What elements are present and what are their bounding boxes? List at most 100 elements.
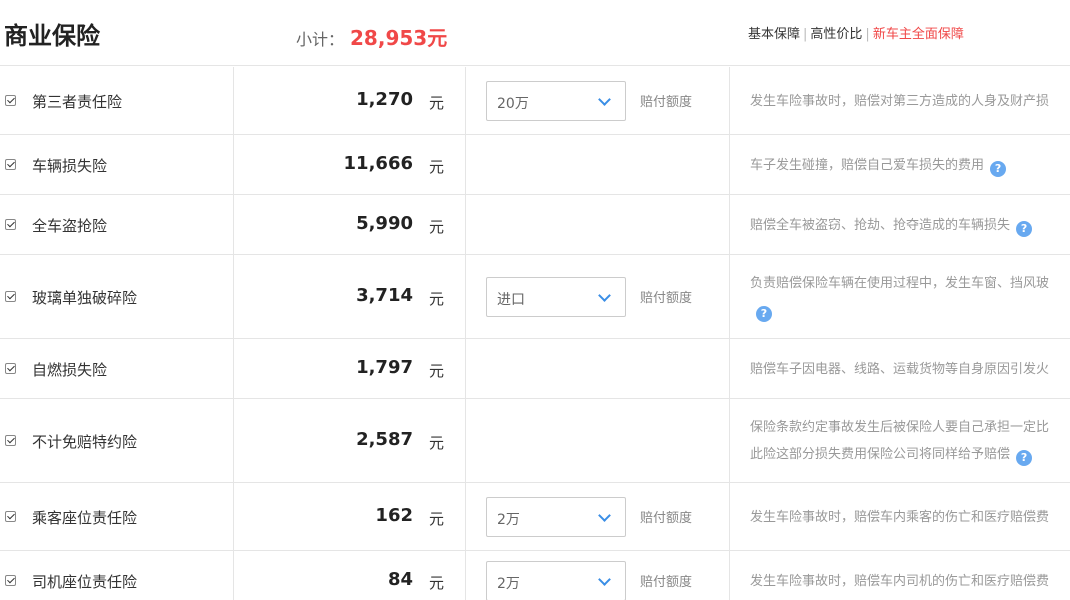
insurance-row: 自燃损失险 1,797 元 赔偿车子因电器、线路、运载货物等自身原因引发火 [0,339,1070,399]
insurance-description: 车子发生碰撞，赔偿自己爱车损失的费用? [750,152,1070,179]
description-text: 车子发生碰撞，赔偿自己爱车损失的费用 [750,157,985,173]
help-icon[interactable]: ? [756,306,772,322]
header: 商业保险 小计： 28,953元 基本保障 | 高性价比 | 新车主全面保障 [0,0,1070,66]
coverage-value: 进口 [497,292,525,308]
insurance-description: 赔偿车子因电器、线路、运载货物等自身原因引发火 [750,356,1070,383]
column-divider [233,483,234,550]
chevron-down-icon [598,573,611,586]
insurance-description: 发生车险事故时，赔偿对第三方造成的人身及财产损 [750,88,1070,115]
help-icon[interactable]: ? [1016,220,1033,237]
column-divider [729,195,730,254]
select-checkbox[interactable] [5,219,16,230]
insurance-price: 11,666 [343,153,413,174]
page-title: 商业保险 [4,22,100,50]
column-divider [729,255,730,338]
insurance-description: 发生车险事故时，赔偿车内司机的伤亡和医疗赔偿费 [750,568,1070,595]
insurance-row: 车辆损失险 11,666 元 车子发生碰撞，赔偿自己爱车损失的费用? [0,135,1070,195]
insurance-price: 1,797 [356,357,413,378]
coverage-value: 2万 [497,576,520,592]
select-checkbox[interactable] [5,575,16,586]
description-text: 发生车险事故时，赔偿车内乘客的伤亡和医疗赔偿费 [750,509,1050,525]
description-line: 赔偿全车被盗窃、抢劫、抢夺造成的车辆损失? [750,212,1070,239]
plan-divider: | [865,27,870,42]
price-unit: 元 [429,574,445,592]
coverage-select[interactable]: 2万 [486,497,626,537]
insurance-row: 乘客座位责任险 162 元 2万 赔付额度 发生车险事故时，赔偿车内乘客的伤亡和医疗赔偿费 [0,483,1070,551]
insurance-price: 162 [375,505,413,526]
column-divider [729,551,730,600]
description-text: 赔偿全车被盗窃、抢劫、抢夺造成的车辆损失 [750,217,1011,233]
description-line: 发生车险事故时，赔偿车内司机的伤亡和医疗赔偿费 [750,568,1070,595]
insurance-row: 不计免赔特约险 2,587 元 保险条款约定事故发生后被保险人要自己承担一定比 此险这部… [0,399,1070,483]
price-unit: 元 [429,510,445,528]
column-divider [233,339,234,398]
coverage-value: 20万 [497,96,529,112]
column-divider [465,551,466,600]
column-divider [465,135,466,194]
select-checkbox[interactable] [5,95,16,106]
description-line: 发生车险事故时，赔偿车内乘客的伤亡和医疗赔偿费 [750,504,1070,531]
insurance-row: 司机座位责任险 84 元 2万 赔付额度 发生车险事故时，赔偿车内司机的伤亡和医疗赔偿费 [0,551,1070,600]
insurance-price: 2,587 [356,429,413,450]
column-divider [729,67,730,134]
description-text: 负责赔偿保险车辆在使用过程中，发生车窗、挡风玻 [750,276,1050,291]
column-divider [465,195,466,254]
description-line: 此险这部分损失费用保险公司将同样给予赔偿? [750,441,1070,468]
plan-divider: | [803,27,808,42]
description-line: 负责赔偿保险车辆在使用过程中，发生车窗、挡风玻 [750,270,1070,297]
column-divider [465,255,466,338]
select-checkbox[interactable] [5,511,16,522]
subtotal-amount: 28,953元 [350,26,448,50]
description-text: 保险条款约定事故发生后被保险人要自己承担一定比 [750,420,1050,435]
price-unit: 元 [429,158,445,176]
column-divider [465,67,466,134]
insurance-name: 车辆损失险 [32,157,108,175]
price-unit: 元 [429,362,445,380]
limit-label: 赔付额度 [640,291,693,306]
column-divider [465,339,466,398]
description-line: 保险条款约定事故发生后被保险人要自己承担一定比 [750,414,1070,441]
select-checkbox[interactable] [5,435,16,446]
help-icon[interactable]: ? [990,160,1007,177]
select-checkbox[interactable] [5,363,16,374]
subtotal-label: 小计： [296,30,345,49]
select-checkbox[interactable] [5,291,16,302]
insurance-name: 全车盗抢险 [32,217,108,235]
insurance-name: 司机座位责任险 [32,573,138,591]
help-icon[interactable]: ? [1016,450,1033,466]
column-divider [233,255,234,338]
column-divider [233,551,234,600]
insurance-price: 1,270 [356,89,413,110]
price-unit: 元 [429,290,445,308]
coverage-select[interactable]: 20万 [486,81,626,121]
insurance-row: 第三者责任险 1,270 元 20万 赔付额度 发生车险事故时，赔偿对第三方造成的人身及财… [0,67,1070,135]
price-unit: 元 [429,218,445,236]
description-text: 此险这部分损失费用保险公司将同样给予赔偿 [750,447,1011,462]
description-line: ? [750,297,1070,324]
insurance-price: 84 [387,569,413,590]
select-checkbox[interactable] [5,159,16,170]
plan-basic[interactable]: 基本保障 [748,27,800,42]
insurance-name: 自燃损失险 [32,361,108,379]
limit-label: 赔付额度 [640,95,693,110]
limit-label: 赔付额度 [640,575,693,590]
coverage-value: 2万 [497,512,520,528]
insurance-row: 玻璃单独破碎险 3,714 元 进口 赔付额度 负责赔偿保险车辆在使用过程中，发生车窗、挡… [0,255,1070,339]
plan-switcher: 基本保障 | 高性价比 | 新车主全面保障 [748,23,964,42]
column-divider [465,399,466,482]
plan-full[interactable]: 新车主全面保障 [873,27,964,42]
coverage-select[interactable]: 2万 [486,561,626,600]
description-text: 发生车险事故时，赔偿车内司机的伤亡和医疗赔偿费 [750,573,1050,589]
column-divider [233,67,234,134]
insurance-price: 5,990 [356,213,413,234]
insurance-description: 负责赔偿保险车辆在使用过程中，发生车窗、挡风玻? [750,270,1070,324]
plan-value[interactable]: 高性价比 [810,27,862,42]
insurance-description: 保险条款约定事故发生后被保险人要自己承担一定比 此险这部分损失费用保险公司将同样给… [750,414,1070,468]
column-divider [729,339,730,398]
column-divider [465,483,466,550]
description-text: 发生车险事故时，赔偿对第三方造成的人身及财产损 [750,93,1050,109]
column-divider [729,135,730,194]
insurance-description: 发生车险事故时，赔偿车内乘客的伤亡和医疗赔偿费 [750,504,1070,531]
coverage-select[interactable]: 进口 [486,277,626,317]
column-divider [233,399,234,482]
